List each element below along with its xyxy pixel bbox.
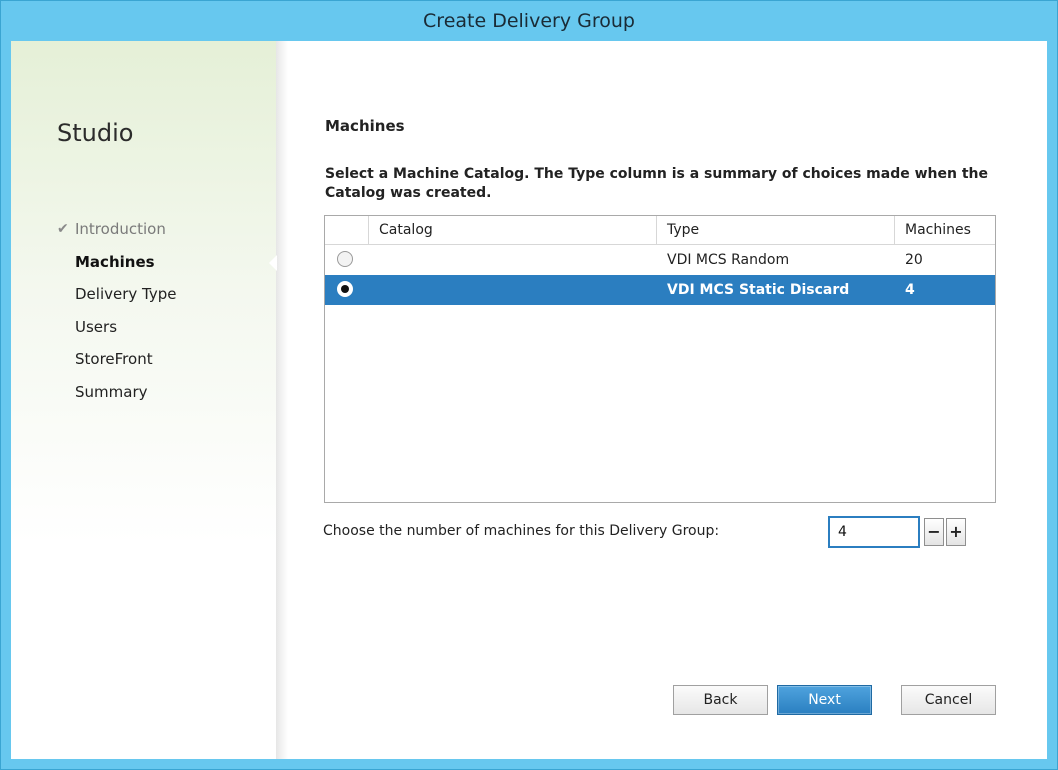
wizard-content: Machines Select a Machine Catalog. The T… bbox=[323, 41, 1023, 759]
step-summary[interactable]: Summary bbox=[55, 380, 176, 413]
section-title: Machines bbox=[325, 117, 405, 135]
step-label: Delivery Type bbox=[75, 285, 177, 304]
row-select-cell bbox=[325, 245, 369, 275]
machine-catalog-table: Catalog Type Machines VDI MCS Random 20 bbox=[324, 215, 996, 503]
studio-title: Studio bbox=[57, 119, 134, 147]
column-header-type[interactable]: Type bbox=[657, 216, 895, 244]
step-label: StoreFront bbox=[75, 350, 153, 369]
instructions-text: Select a Machine Catalog. The Type colum… bbox=[325, 166, 988, 201]
create-delivery-group-window: Create Delivery Group Studio ✔ Introduct… bbox=[0, 0, 1058, 770]
table-header: Catalog Type Machines bbox=[325, 216, 995, 245]
table-row-selected[interactable]: VDI MCS Static Discard 4 bbox=[325, 275, 995, 305]
row-select-cell bbox=[325, 275, 369, 305]
active-step-pointer bbox=[269, 255, 277, 271]
wizard-client-area: Studio ✔ Introduction Machines Delivery … bbox=[11, 41, 1047, 759]
step-users[interactable]: Users bbox=[55, 315, 176, 348]
checkmark-icon: ✔ bbox=[57, 221, 69, 237]
type-cell: VDI MCS Static Discard bbox=[667, 282, 850, 298]
step-label: Summary bbox=[75, 382, 148, 401]
catalog-cell bbox=[369, 275, 657, 305]
step-delivery-type[interactable]: Delivery Type bbox=[55, 282, 176, 315]
step-introduction[interactable]: ✔ Introduction bbox=[55, 217, 176, 250]
decrement-button[interactable]: − bbox=[924, 518, 944, 546]
machines-cell: 20 bbox=[905, 252, 923, 268]
column-header-machines[interactable]: Machines bbox=[895, 216, 995, 244]
step-storefront[interactable]: StoreFront bbox=[55, 347, 176, 380]
table-row[interactable]: VDI MCS Random 20 bbox=[325, 245, 995, 275]
column-header-select bbox=[325, 216, 369, 244]
sidebar-divider bbox=[276, 41, 288, 759]
machine-count-label: Choose the number of machines for this D… bbox=[323, 523, 720, 539]
step-label: Introduction bbox=[75, 220, 166, 238]
wizard-steps-nav: ✔ Introduction Machines Delivery Type Us… bbox=[55, 217, 176, 413]
back-button[interactable]: Back bbox=[673, 685, 768, 715]
radio-button-checked[interactable] bbox=[337, 280, 353, 297]
wizard-sidebar: Studio ✔ Introduction Machines Delivery … bbox=[11, 41, 276, 759]
step-label: Users bbox=[75, 317, 118, 336]
machines-cell: 4 bbox=[905, 282, 915, 298]
increment-button[interactable]: + bbox=[946, 518, 966, 546]
next-button[interactable]: Next bbox=[777, 685, 872, 715]
column-header-catalog[interactable]: Catalog bbox=[369, 216, 657, 244]
window-title: Create Delivery Group bbox=[423, 10, 635, 32]
type-cell: VDI MCS Random bbox=[667, 252, 790, 268]
cancel-button[interactable]: Cancel bbox=[901, 685, 996, 715]
step-label: Machines bbox=[75, 252, 155, 271]
step-machines[interactable]: Machines bbox=[55, 250, 176, 283]
catalog-cell bbox=[369, 245, 657, 275]
machine-count-input[interactable] bbox=[828, 516, 920, 548]
radio-button[interactable] bbox=[337, 250, 353, 267]
